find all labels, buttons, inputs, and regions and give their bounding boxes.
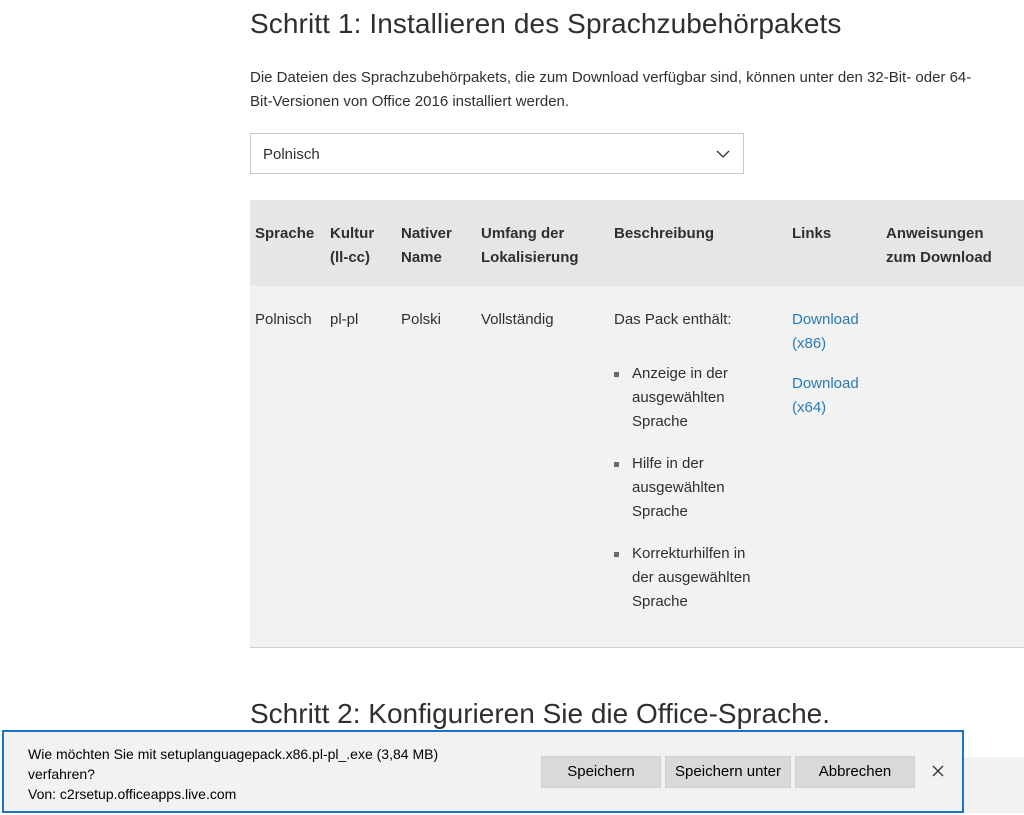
list-item-line: Sprache (632, 593, 688, 610)
cell-sprache: Polnisch (255, 311, 312, 328)
list-item: Hilfe in der ausgewählten Sprache (614, 452, 784, 524)
download-x64-line1: Download (792, 375, 859, 392)
header-kultur-line2: (ll-cc) (330, 249, 371, 266)
intro-line-1: Die Dateien des Sprachzubehörpakets, die… (250, 69, 972, 86)
list-item-line: Sprache (632, 413, 688, 430)
cell-nativer-name: Polski (401, 311, 442, 328)
cancel-button[interactable]: Abbrechen (795, 756, 915, 788)
language-pack-table: Sprache Kultur (ll-cc) Nativer Name Umfa… (250, 200, 1024, 648)
save-button[interactable]: Speichern (541, 756, 661, 788)
header-beschreibung-label: Beschreibung (614, 225, 715, 242)
list-item-line: Korrekturhilfen in (632, 545, 746, 562)
download-x86-link[interactable]: Download (x86) (792, 308, 859, 356)
header-links: Links (792, 222, 831, 246)
list-item-line: Sprache (632, 503, 688, 520)
cell-kultur: pl-pl (330, 311, 359, 328)
download-source: Von: c2rsetup.officeapps.live.com (28, 786, 237, 802)
table-header-row: Sprache Kultur (ll-cc) Nativer Name Umfa… (250, 200, 1024, 286)
header-kultur-line1: Kultur (330, 225, 375, 242)
header-sprache-label: Sprache (255, 225, 315, 242)
close-icon[interactable] (930, 763, 946, 779)
list-item-line: ausgewählten (632, 389, 725, 406)
header-anweisungen-line2: zum Download (886, 249, 992, 266)
header-anweisungen: Anweisungen zum Download (886, 222, 992, 270)
header-umfang: Umfang der Lokalisierung (481, 222, 579, 270)
table-row: Polnisch pl-pl Polski Vollständig Das Pa… (250, 286, 1024, 648)
save-as-button[interactable]: Speichern unter (665, 756, 791, 788)
language-select[interactable]: Polnisch (250, 133, 744, 174)
list-item: Anzeige in der ausgewählten Sprache (614, 362, 784, 434)
cell-umfang: Vollständig (481, 311, 554, 328)
header-nativer-name: Nativer Name (401, 222, 452, 270)
header-links-label: Links (792, 225, 832, 242)
list-item-line: ausgewählten (632, 479, 725, 496)
download-x64-line2: (x64) (792, 399, 827, 416)
list-item: Korrekturhilfen in der ausgewählten Spra… (614, 542, 784, 614)
header-umfang-line2: Lokalisierung (481, 249, 579, 266)
step1-intro: Die Dateien des Sprachzubehörpakets, die… (250, 66, 1022, 114)
list-item-line: Anzeige in der (632, 365, 728, 382)
bullet-square-icon (614, 552, 619, 557)
download-x64-link[interactable]: Download (x64) (792, 372, 859, 420)
intro-line-2: Bit-Versionen von Office 2016 installier… (250, 93, 570, 110)
step1-heading: Schritt 1: Installieren des Sprachzubehö… (250, 8, 842, 39)
download-message-line2: verfahren? (28, 766, 95, 782)
list-item-line: der ausgewählten (632, 569, 751, 586)
bullet-square-icon (614, 372, 619, 377)
page: Schritt 1: Installieren des Sprachzubehö… (0, 0, 1024, 815)
bullet-square-icon (614, 462, 619, 467)
header-nativer-line2: Name (401, 249, 442, 266)
header-nativer-line1: Nativer (401, 225, 452, 242)
step2-heading: Schritt 2: Konfigurieren Sie die Office-… (250, 698, 831, 729)
header-beschreibung: Beschreibung (614, 222, 714, 246)
download-notification-bar: Wie möchten Sie mit setuplanguagepack.x8… (2, 730, 964, 813)
list-item-line: Hilfe in der (632, 455, 704, 472)
header-umfang-line1: Umfang der (481, 225, 565, 242)
notification-bar-extension (964, 757, 1024, 813)
feature-list: Anzeige in der ausgewählten Sprache Hilf… (614, 362, 784, 632)
download-message: Wie möchten Sie mit setuplanguagepack.x8… (28, 744, 438, 804)
header-sprache: Sprache (255, 222, 314, 246)
language-select-value: Polnisch (263, 146, 320, 163)
download-x86-line1: Download (792, 311, 859, 328)
download-message-line1: Wie möchten Sie mit setuplanguagepack.x8… (28, 746, 439, 762)
header-anweisungen-line1: Anweisungen (886, 225, 984, 242)
header-kultur: Kultur (ll-cc) (330, 222, 374, 270)
download-x86-line2: (x86) (792, 335, 827, 352)
chevron-down-icon (715, 146, 731, 162)
cell-beschreibung-intro: Das Pack enthält: (614, 311, 732, 328)
